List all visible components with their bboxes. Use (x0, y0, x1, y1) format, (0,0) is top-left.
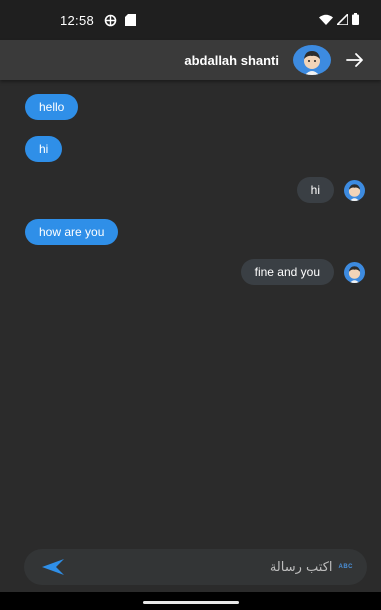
message-row: fine and you (0, 259, 381, 285)
status-bar: 12:58 (0, 0, 381, 40)
chat-header: abdallah shanti (0, 40, 381, 80)
sd-card-icon (125, 14, 137, 26)
home-indicator[interactable] (143, 601, 239, 604)
message-bubble[interactable]: fine and you (240, 259, 334, 285)
avatar-icon (344, 261, 365, 283)
message-row: hello (0, 94, 381, 120)
battery-icon (352, 12, 359, 28)
message-input[interactable] (68, 559, 339, 575)
message-composer: ABC (24, 549, 367, 585)
arrow-right-icon[interactable] (343, 48, 367, 72)
message-row: hi (0, 136, 381, 162)
message-row: hi (0, 177, 381, 203)
status-time: 12:58 (60, 12, 95, 28)
wifi-icon (319, 13, 333, 28)
message-row: how are you (0, 219, 381, 245)
keyboard-hint: ABC (338, 564, 353, 570)
contact-name: abdallah shanti (184, 52, 279, 68)
data-saver-icon (104, 14, 117, 27)
message-bubble[interactable]: hello (25, 94, 79, 120)
avatar-icon (344, 179, 365, 201)
message-bubble[interactable]: hi (296, 177, 334, 203)
message-bubble[interactable]: how are you (25, 219, 119, 245)
avatar-icon[interactable] (293, 45, 331, 75)
message-bubble[interactable]: hi (25, 136, 63, 162)
system-nav-bar (0, 592, 381, 610)
message-list[interactable]: hello hi hi how are you fine and you (0, 80, 381, 548)
signal-icon (335, 11, 349, 28)
send-icon[interactable] (42, 557, 68, 577)
